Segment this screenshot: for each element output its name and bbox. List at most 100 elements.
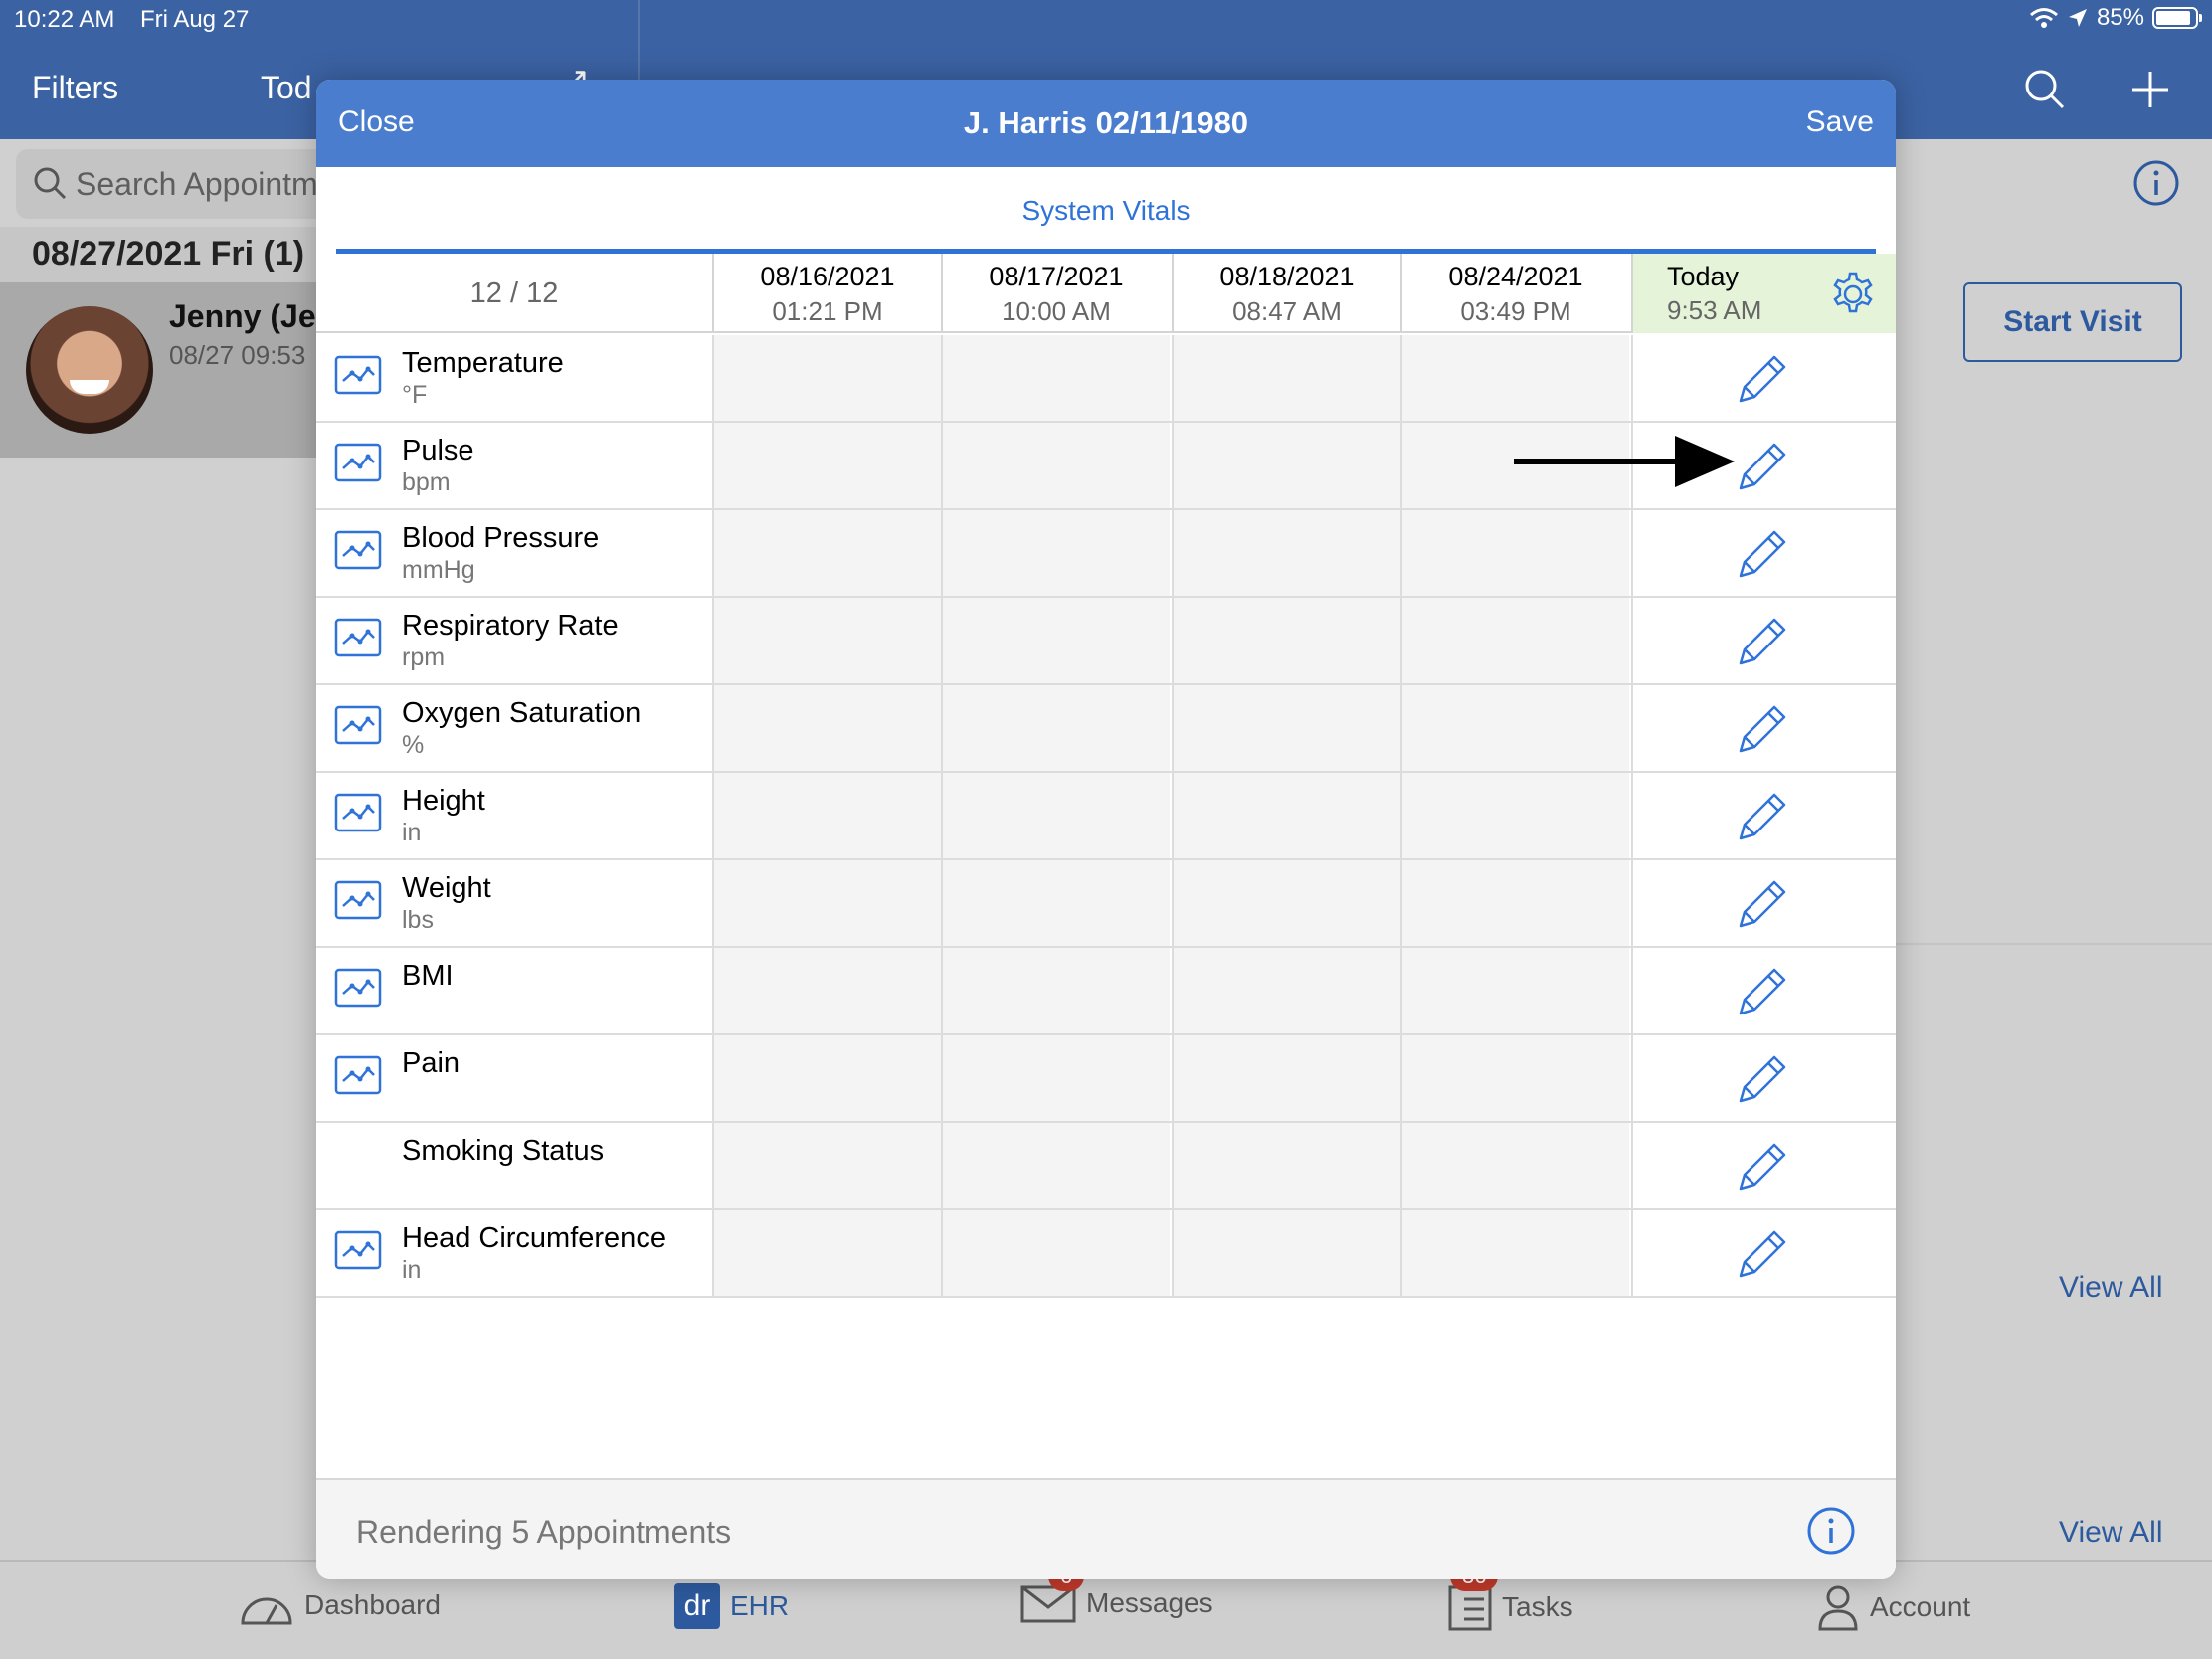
save-button[interactable]: Save [1806, 105, 1874, 139]
filters-button[interactable]: Filters [32, 70, 118, 106]
date-column-header[interactable]: 08/16/2021 01:21 PM [712, 254, 941, 333]
tab-dashboard-label: Dashboard [304, 1589, 441, 1620]
pencil-icon[interactable] [1735, 789, 1790, 844]
vital-name: Pulse [402, 435, 474, 466]
vital-value-cell[interactable] [1172, 423, 1400, 508]
vitals-modal: Close J. Harris 02/11/1980 Save System V… [316, 80, 1896, 1579]
vital-value-cell[interactable] [941, 510, 1170, 596]
pencil-icon[interactable] [1735, 1139, 1790, 1195]
vital-value-cell[interactable] [712, 335, 941, 421]
chart-icon[interactable] [334, 443, 382, 482]
vital-value-cell[interactable] [1172, 1123, 1400, 1208]
chart-icon[interactable] [334, 705, 382, 745]
vital-value-cell[interactable] [712, 685, 941, 771]
close-button[interactable]: Close [338, 105, 415, 139]
vital-value-cell[interactable] [712, 773, 941, 858]
vital-value-cell[interactable] [712, 1123, 941, 1208]
vital-value-cell[interactable] [1172, 860, 1400, 946]
vital-value-cell[interactable] [941, 423, 1170, 508]
tab-messages[interactable]: 6 Messages [1020, 1562, 1213, 1623]
vital-name: BMI [402, 960, 454, 992]
vital-value-cell[interactable] [1400, 948, 1629, 1033]
search-icon[interactable] [2023, 68, 2067, 111]
pencil-icon[interactable] [1735, 964, 1790, 1019]
vital-value-cell[interactable] [712, 598, 941, 683]
tab-ehr[interactable]: dr EHR [674, 1583, 789, 1629]
vital-value-cell[interactable] [1400, 1210, 1629, 1296]
vital-value-cell[interactable] [941, 598, 1170, 683]
vital-name: Blood Pressure [402, 522, 600, 554]
vital-value-cell[interactable] [941, 948, 1170, 1033]
info-icon[interactable] [1806, 1506, 1856, 1556]
today-column-header: Today 9:53 AM [1631, 254, 1896, 333]
vital-value-cell[interactable] [1172, 773, 1400, 858]
vital-value-cell[interactable] [712, 860, 941, 946]
start-visit-button[interactable]: Start Visit [1963, 282, 2182, 362]
status-right: 85% [2029, 4, 2202, 32]
pencil-icon[interactable] [1735, 1051, 1790, 1107]
chart-icon[interactable] [334, 1055, 382, 1095]
chart-icon[interactable] [334, 793, 382, 832]
vital-row: Pain [316, 1035, 1896, 1123]
vital-value-cell[interactable] [1400, 335, 1629, 421]
vital-value-cell[interactable] [1400, 598, 1629, 683]
vital-value-cell[interactable] [941, 1210, 1170, 1296]
vital-value-cell[interactable] [1400, 1035, 1629, 1121]
vital-value-cell[interactable] [1400, 773, 1629, 858]
date-column-header[interactable]: 08/24/2021 03:49 PM [1400, 254, 1629, 333]
vital-value-cell[interactable] [1400, 860, 1629, 946]
vital-value-cell[interactable] [712, 510, 941, 596]
vital-value-cell[interactable] [1400, 685, 1629, 771]
vital-value-cell[interactable] [1172, 1210, 1400, 1296]
chart-icon[interactable] [334, 880, 382, 920]
status-time: 10:22 AM [14, 6, 115, 33]
tab-ehr-label: EHR [730, 1590, 790, 1621]
tab-tasks[interactable]: 36 Tasks [1448, 1562, 1573, 1631]
pencil-icon[interactable] [1735, 526, 1790, 582]
view-all-link[interactable]: View All [2059, 1516, 2163, 1550]
chart-icon[interactable] [334, 530, 382, 570]
chart-icon[interactable] [334, 968, 382, 1008]
pencil-icon[interactable] [1735, 351, 1790, 407]
column-date: 08/16/2021 [760, 262, 895, 291]
vital-value-cell[interactable] [1172, 1035, 1400, 1121]
vital-value-cell[interactable] [1172, 335, 1400, 421]
tab-messages-label: Messages [1086, 1587, 1213, 1618]
vital-value-cell[interactable] [941, 335, 1170, 421]
pencil-icon[interactable] [1735, 614, 1790, 669]
vital-value-cell[interactable] [1172, 598, 1400, 683]
vital-value-cell[interactable] [712, 1210, 941, 1296]
info-icon[interactable] [2132, 159, 2180, 207]
gear-icon[interactable] [1828, 270, 1878, 319]
vital-value-cell[interactable] [1400, 1123, 1629, 1208]
tab-dashboard[interactable]: Dashboard [239, 1583, 441, 1627]
vital-value-cell[interactable] [1172, 510, 1400, 596]
vital-value-cell[interactable] [941, 685, 1170, 771]
chart-icon[interactable] [334, 618, 382, 657]
vital-value-cell[interactable] [712, 1035, 941, 1121]
plus-icon[interactable] [2128, 68, 2172, 111]
date-column-header[interactable]: 08/18/2021 08:47 AM [1172, 254, 1400, 333]
pencil-icon[interactable] [1735, 439, 1790, 494]
tab-account[interactable]: Account [1816, 1583, 1970, 1631]
vital-value-cell[interactable] [1400, 510, 1629, 596]
vital-value-cell[interactable] [712, 423, 941, 508]
chart-icon[interactable] [334, 1230, 382, 1270]
chart-icon[interactable] [334, 355, 382, 395]
vital-value-cell[interactable] [941, 1123, 1170, 1208]
tab-account-label: Account [1870, 1591, 1971, 1622]
pencil-icon[interactable] [1735, 1226, 1790, 1282]
vital-value-cell[interactable] [1172, 948, 1400, 1033]
vital-value-cell[interactable] [712, 948, 941, 1033]
vital-value-cell[interactable] [941, 860, 1170, 946]
vital-value-cell[interactable] [941, 1035, 1170, 1121]
date-column-header[interactable]: 08/17/2021 10:00 AM [941, 254, 1170, 333]
view-all-link[interactable]: View All [2059, 1271, 2163, 1305]
vital-value-cell[interactable] [1172, 685, 1400, 771]
vital-value-cell[interactable] [941, 773, 1170, 858]
pencil-icon[interactable] [1735, 701, 1790, 757]
pencil-icon[interactable] [1735, 876, 1790, 932]
vital-row: Respiratory Rate rpm [316, 598, 1896, 685]
vital-name: Respiratory Rate [402, 610, 619, 642]
today-button[interactable]: Tod [261, 70, 312, 106]
